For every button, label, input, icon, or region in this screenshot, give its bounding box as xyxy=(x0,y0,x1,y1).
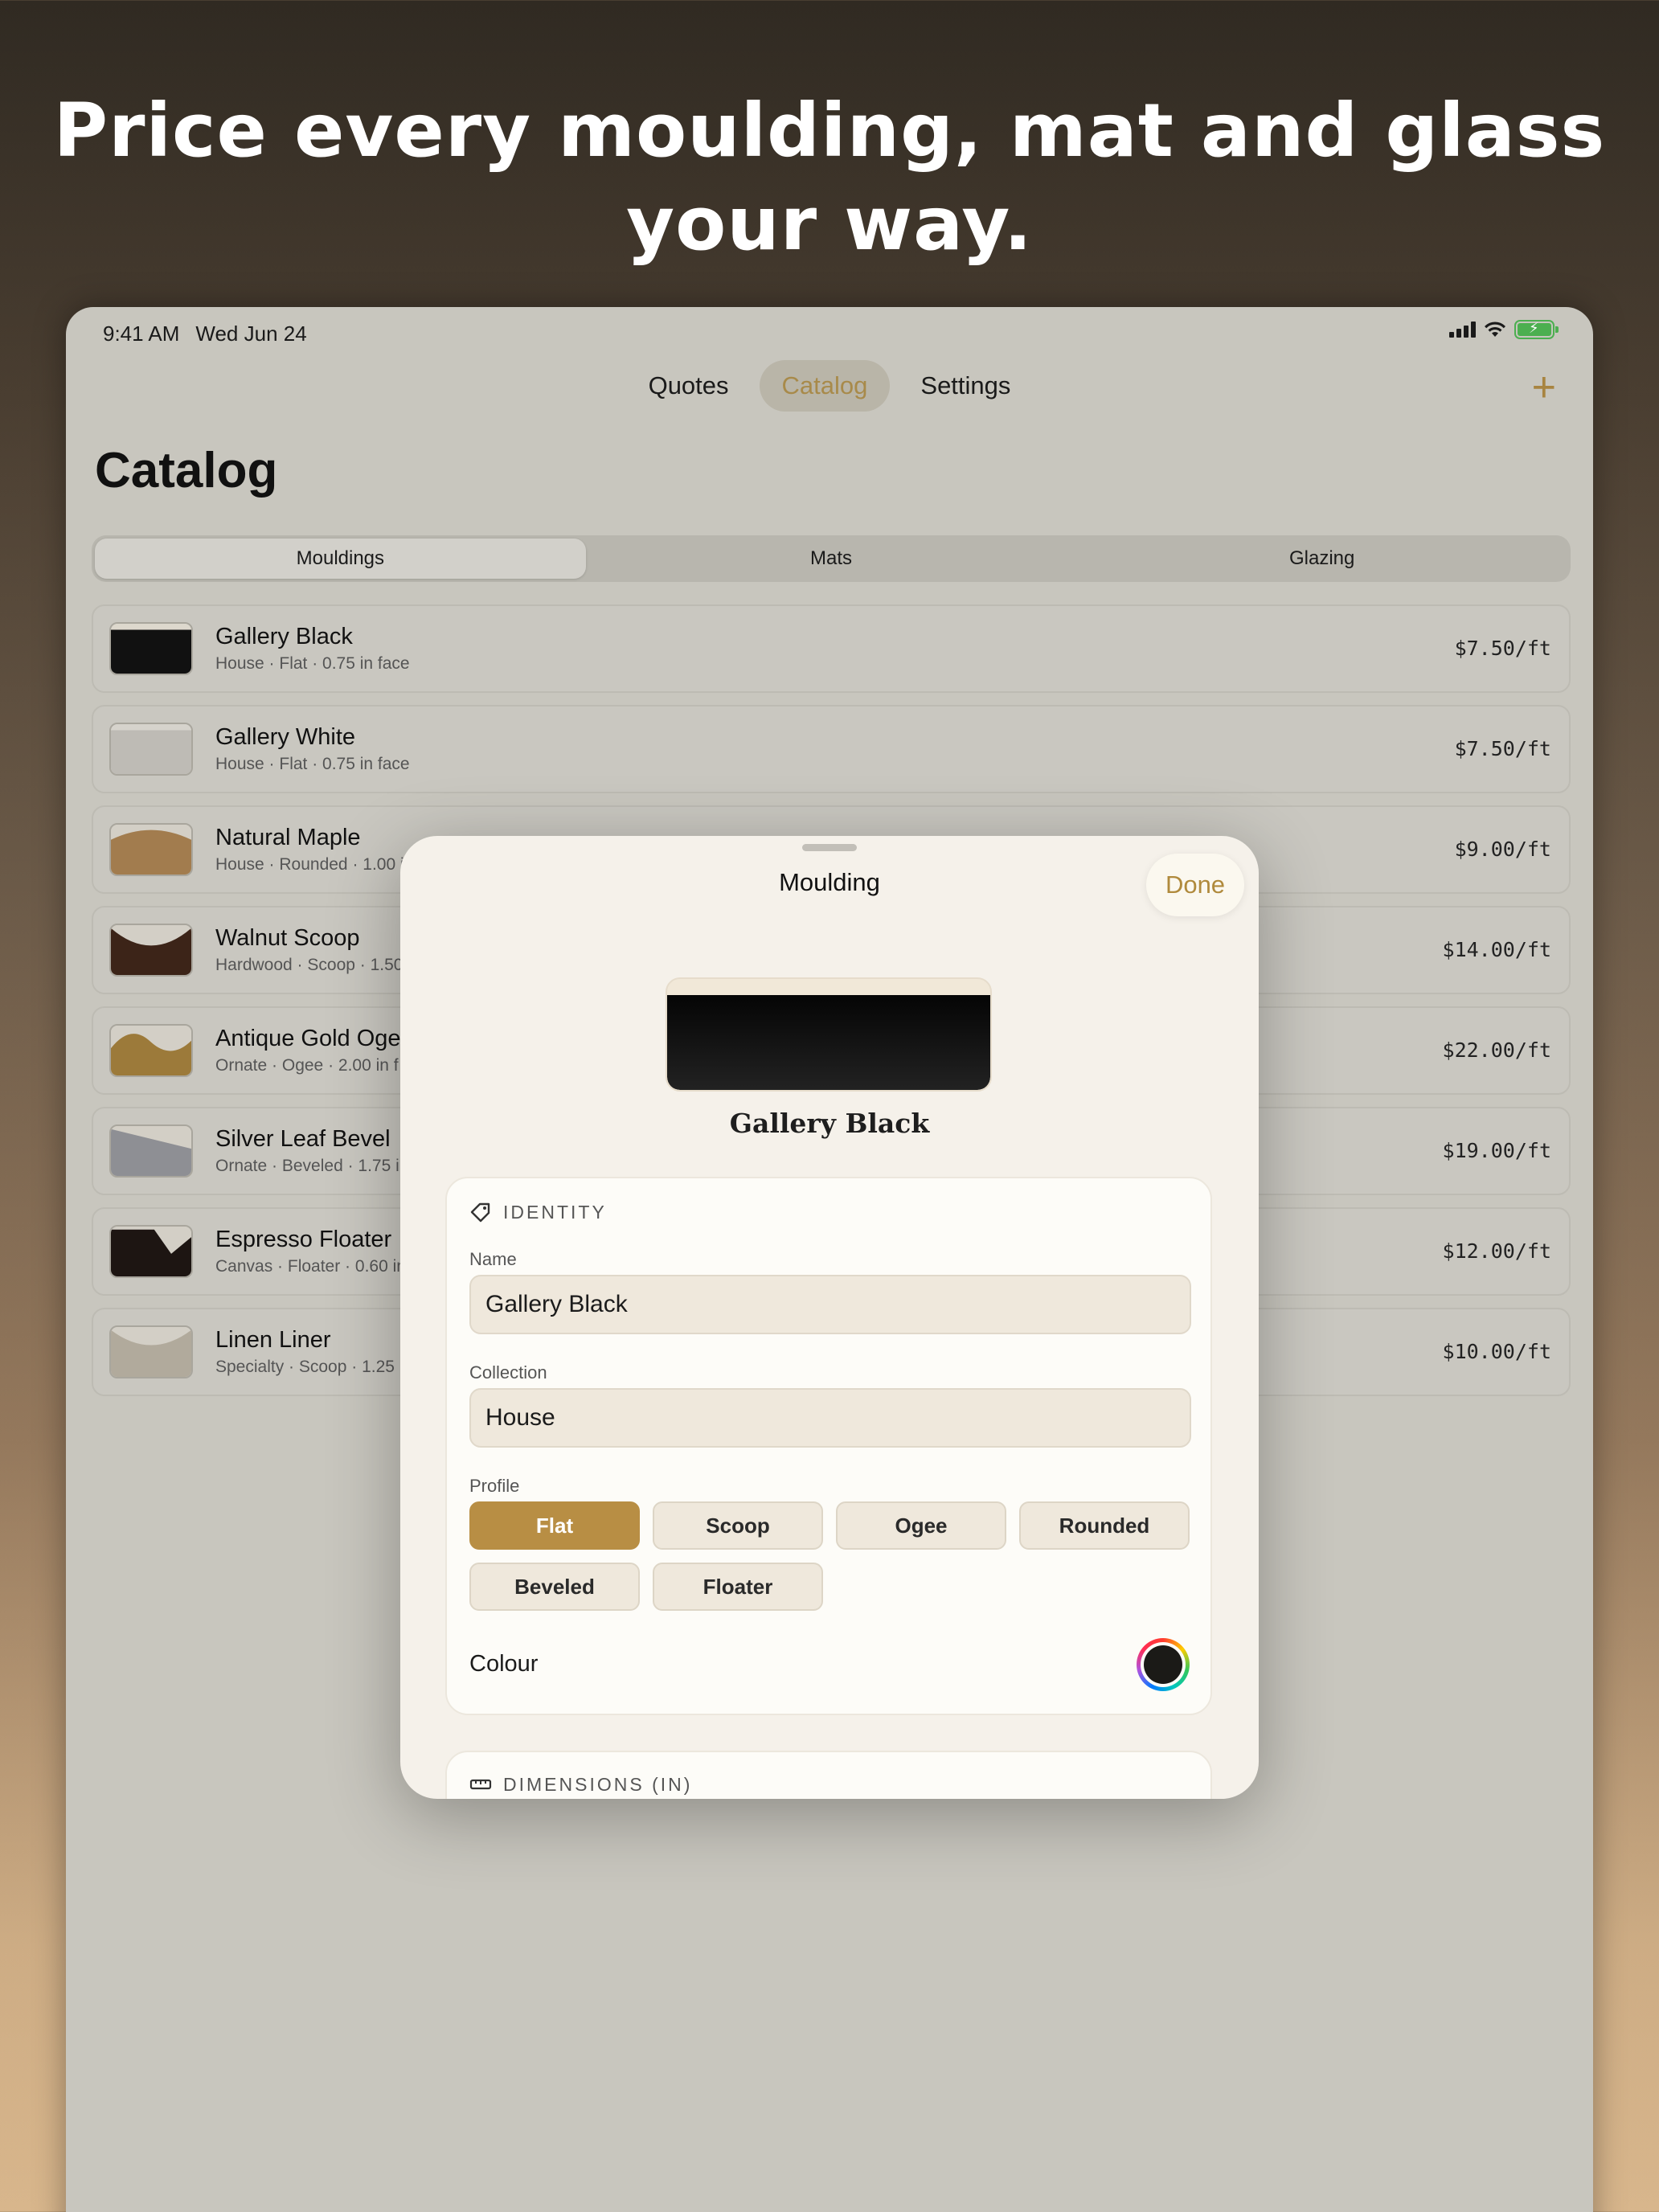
tag-icon xyxy=(470,1202,490,1223)
status-bar: 9:41 AM Wed Jun 24 xyxy=(103,322,307,346)
moulding-name: Espresso Floater xyxy=(215,1227,392,1252)
moulding-editor-sheet: Moulding Done Gallery Black IDENTITY Nam… xyxy=(400,836,1259,1799)
moulding-meta: Ornate · Ogee · 2.00 in f xyxy=(215,1056,399,1075)
moulding-name: Natural Maple xyxy=(215,825,361,850)
cellular-signal-icon xyxy=(1449,322,1476,338)
tab-quotes[interactable]: Quotes xyxy=(626,360,752,412)
moulding-swatch xyxy=(109,924,193,977)
profile-label: Profile xyxy=(469,1476,520,1496)
collection-field[interactable]: House xyxy=(469,1388,1191,1448)
moulding-meta: Hardwood · Scoop · 1.50 xyxy=(215,956,403,974)
moulding-price: $7.50/ft xyxy=(1454,637,1551,660)
profile-option-flat[interactable]: Flat xyxy=(469,1501,640,1550)
moulding-name: Gallery Black xyxy=(215,624,353,649)
moulding-price: $22.00/ft xyxy=(1442,1038,1551,1062)
profile-picker: Flat Scoop Ogee Rounded Beveled Floater xyxy=(469,1501,1193,1611)
headline: Price every moulding, mat and glass your… xyxy=(53,88,1606,267)
moulding-swatch xyxy=(109,1024,193,1077)
moulding-meta: House · Flat · 0.75 in face xyxy=(215,654,410,673)
collection-label: Collection xyxy=(469,1362,547,1382)
moulding-name: Walnut Scoop xyxy=(215,925,360,951)
profile-option-scoop[interactable]: Scoop xyxy=(653,1501,823,1550)
identity-heading: IDENTITY xyxy=(469,1201,607,1223)
colour-picker-well[interactable] xyxy=(1137,1638,1190,1691)
status-icons: ⚡ xyxy=(1449,320,1559,339)
moulding-price: $14.00/ft xyxy=(1442,938,1551,961)
page-title: Catalog xyxy=(95,443,278,498)
moulding-meta: Canvas · Floater · 0.60 in xyxy=(215,1257,406,1276)
moulding-price: $12.00/ft xyxy=(1442,1239,1551,1263)
moulding-price: $10.00/ft xyxy=(1442,1340,1551,1363)
tab-catalog[interactable]: Catalog xyxy=(759,360,891,412)
segment-mouldings[interactable]: Mouldings xyxy=(95,539,586,579)
ruler-icon xyxy=(469,1779,492,1790)
list-item[interactable]: Gallery Black House · Flat · 0.75 in fac… xyxy=(92,604,1571,693)
moulding-price: $19.00/ft xyxy=(1442,1139,1551,1162)
identity-card: IDENTITY Name Gallery Black Collection H… xyxy=(445,1177,1212,1715)
moulding-meta: Specialty · Scoop · 1.25 xyxy=(215,1358,395,1376)
moulding-swatch xyxy=(109,1225,193,1278)
moulding-name: Silver Leaf Bevel xyxy=(215,1126,391,1152)
profile-option-floater[interactable]: Floater xyxy=(653,1563,823,1611)
wifi-icon xyxy=(1485,322,1505,337)
top-navigation: Quotes Catalog Settings xyxy=(66,360,1593,412)
status-date: Wed Jun 24 xyxy=(195,322,307,346)
dimensions-heading: DIMENSIONS (IN) xyxy=(469,1773,692,1796)
name-field[interactable]: Gallery Black xyxy=(469,1275,1191,1334)
segment-mats[interactable]: Mats xyxy=(586,539,1077,579)
moulding-preview xyxy=(666,977,992,1092)
moulding-meta: House · Rounded · 1.00 in xyxy=(215,855,414,874)
moulding-name: Antique Gold Oge xyxy=(215,1026,401,1051)
dimensions-heading-label: DIMENSIONS (IN) xyxy=(503,1773,693,1795)
moulding-swatch xyxy=(109,622,193,675)
sheet-title: Moulding xyxy=(779,868,880,896)
identity-heading-label: IDENTITY xyxy=(503,1201,607,1223)
moulding-swatch xyxy=(109,1124,193,1178)
segment-glazing[interactable]: Glazing xyxy=(1076,539,1567,579)
moulding-swatch xyxy=(109,823,193,876)
moulding-swatch xyxy=(109,1325,193,1378)
moulding-meta: House · Flat · 0.75 in face xyxy=(215,755,410,773)
sheet-grabber[interactable] xyxy=(802,844,857,851)
moulding-name: Gallery White xyxy=(215,724,356,750)
catalog-segmented-control: Mouldings Mats Glazing xyxy=(92,535,1571,582)
profile-option-ogee[interactable]: Ogee xyxy=(836,1501,1006,1550)
profile-option-beveled[interactable]: Beveled xyxy=(469,1563,640,1611)
moulding-meta: Ornate · Beveled · 1.75 in xyxy=(215,1157,409,1175)
preview-name: Gallery Black xyxy=(729,1108,930,1139)
tab-settings[interactable]: Settings xyxy=(898,360,1033,412)
moulding-price: $7.50/ft xyxy=(1454,737,1551,760)
battery-charging-icon: ⚡ xyxy=(1514,320,1559,339)
moulding-price: $9.00/ft xyxy=(1454,838,1551,861)
done-button[interactable]: Done xyxy=(1146,854,1244,916)
add-icon[interactable]: + xyxy=(1532,367,1556,408)
moulding-name: Linen Liner xyxy=(215,1327,331,1353)
colour-swatch xyxy=(1144,1645,1182,1684)
dimensions-card: DIMENSIONS (IN) xyxy=(445,1751,1212,1799)
status-time: 9:41 AM xyxy=(103,322,180,346)
list-item[interactable]: Gallery White House · Flat · 0.75 in fac… xyxy=(92,705,1571,793)
moulding-swatch xyxy=(109,723,193,776)
name-label: Name xyxy=(469,1249,517,1269)
profile-option-rounded[interactable]: Rounded xyxy=(1019,1501,1190,1550)
colour-label: Colour xyxy=(469,1651,539,1677)
